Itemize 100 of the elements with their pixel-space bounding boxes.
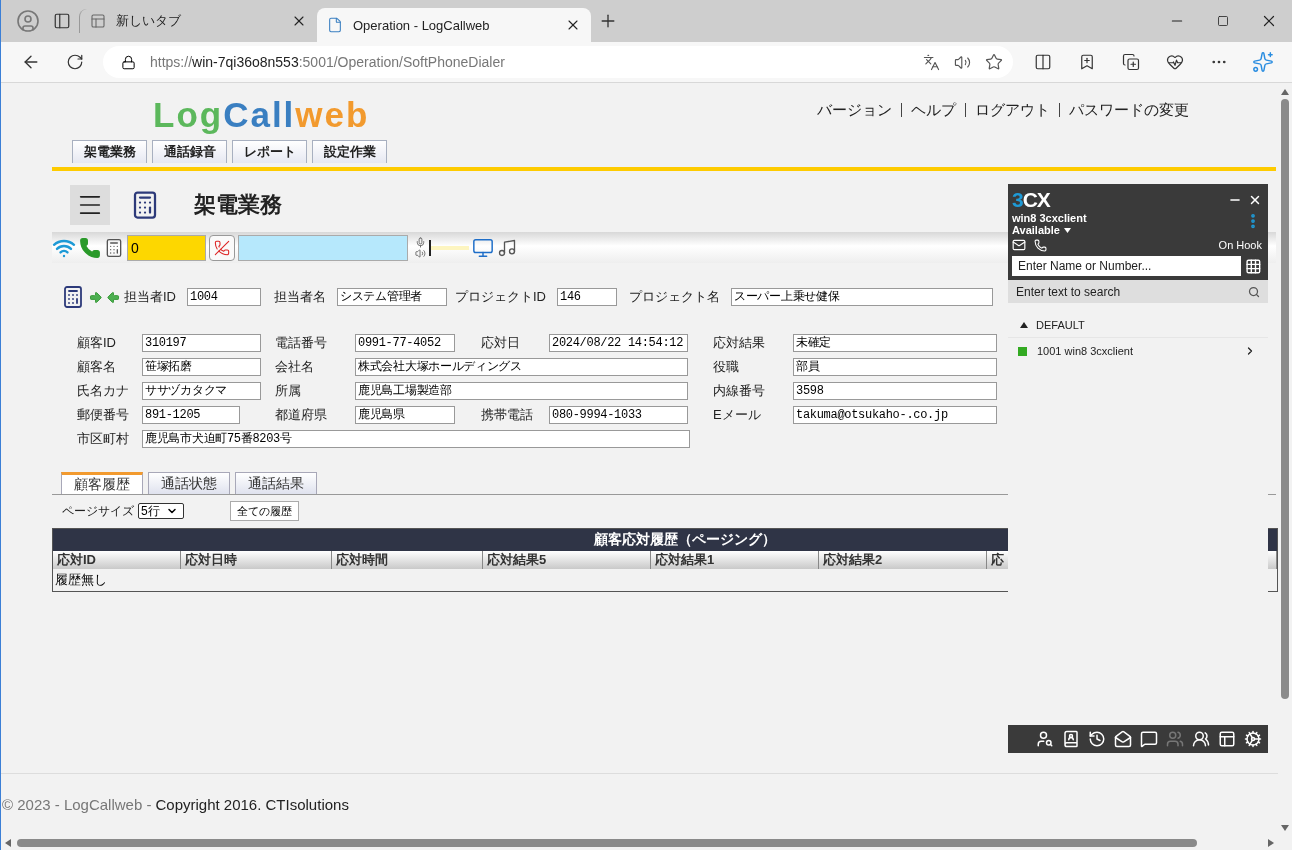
new-tab-icon [90, 13, 106, 29]
menu-tab[interactable]: レポート [232, 140, 307, 163]
hang-up-button[interactable] [209, 234, 235, 261]
text-field[interactable]: スーパー上乗せ健保 [731, 288, 993, 306]
read-aloud-icon[interactable] [954, 53, 971, 71]
horizontal-scrollbar[interactable] [1, 835, 1292, 850]
text-field[interactable]: システム管理者 [337, 288, 447, 306]
page-title: 架電業務 [194, 191, 282, 219]
column-header: 応対結果2 [819, 551, 987, 569]
detail-tab[interactable]: 通話結果 [235, 472, 317, 494]
hook-status: On Hook [1218, 239, 1262, 251]
address-bar[interactable]: https://win-7qi36o8n553:5001/Operation/SoftPhoneDialer [103, 46, 1013, 78]
contact-item[interactable]: 1001 win8 3cxclient [1008, 337, 1268, 364]
text-field[interactable]: takuma@otsukaho-.co.jp [793, 406, 997, 424]
empty-message: 履歴無し [54, 571, 108, 589]
column-header: 応対結果1 [651, 551, 819, 569]
right-arrow-icon[interactable] [88, 289, 103, 305]
menu-tab[interactable]: 通話録音 [152, 140, 227, 163]
text-field[interactable]: 鹿児島工場製造部 [355, 382, 688, 400]
text-field[interactable]: 310197 [142, 334, 261, 352]
bookmark-icon[interactable] [1078, 53, 1096, 71]
scroll-right-icon[interactable] [1268, 838, 1274, 847]
logo: LogCallweb [153, 95, 370, 135]
search-bar[interactable]: Enter text to search [1008, 280, 1268, 303]
all-history-button[interactable]: 全ての履歴 [230, 501, 299, 521]
field-label: プロジェクトID [455, 288, 547, 306]
field-label: 内線番号 [713, 382, 766, 400]
text-field[interactable]: 鹿児島市犬迫町75番8203号 [142, 430, 690, 448]
mail-icon[interactable] [1012, 238, 1026, 252]
page-size-select[interactable]: 5行 [138, 503, 184, 519]
user-search-icon[interactable] [1036, 730, 1054, 748]
status-dropdown[interactable]: Available [1012, 224, 1060, 236]
detail-tab[interactable]: 通話状態 [148, 472, 230, 494]
text-field[interactable]: 146 [557, 288, 617, 306]
left-arrow-icon[interactable] [106, 289, 121, 305]
split-screen-icon[interactable] [1034, 53, 1052, 71]
microphone-icon [415, 236, 426, 248]
text-field[interactable]: 2024/08/22 14:54:12 [549, 334, 688, 352]
reload-icon[interactable] [66, 53, 84, 71]
keypad-icon[interactable] [104, 237, 124, 258]
scroll-thumb[interactable] [17, 838, 1197, 847]
text-field[interactable]: 891-1205 [142, 406, 240, 424]
star-icon[interactable] [985, 53, 1003, 71]
dial-field[interactable]: Enter Name or Number... [1012, 256, 1242, 276]
settings-icon[interactable] [1244, 730, 1262, 748]
panels-icon[interactable] [1218, 730, 1236, 748]
text-field[interactable]: 株式会社大塚ホールディングス [355, 358, 688, 376]
text-field[interactable]: 笹塚拓磨 [142, 358, 261, 376]
text-field[interactable]: 鹿児島県 [355, 406, 455, 424]
open-mail-icon[interactable] [1114, 730, 1132, 748]
chat-icon[interactable] [1140, 730, 1158, 748]
scroll-left-icon[interactable] [5, 838, 11, 847]
menu-tab[interactable]: 設定作業 [312, 140, 387, 163]
maximize-icon[interactable] [1217, 15, 1229, 27]
scroll-thumb[interactable] [1281, 99, 1289, 699]
menu-button[interactable] [70, 185, 110, 225]
header-link[interactable]: パスワードの変更 [1059, 103, 1198, 117]
collapse-icon[interactable] [1020, 322, 1028, 328]
phone-keypad-icon [61, 285, 85, 309]
music-icon[interactable] [497, 237, 517, 258]
monitor-icon[interactable] [472, 236, 494, 259]
sparkle-icon[interactable] [1252, 51, 1274, 73]
field-label: 担当者ID [124, 288, 177, 306]
page-icon [327, 17, 343, 33]
number-field[interactable] [238, 234, 408, 261]
field-label: 市区町村 [77, 430, 130, 448]
contact-book-icon[interactable] [1062, 730, 1080, 748]
collections-icon[interactable] [1122, 53, 1140, 71]
close-icon[interactable] [1248, 193, 1262, 207]
vertical-scrollbar[interactable] [1278, 83, 1292, 835]
field-label: 顧客名 [77, 358, 117, 376]
heart-pulse-icon[interactable] [1166, 53, 1184, 71]
field-label: 応対結果 [713, 334, 766, 352]
scroll-up-icon[interactable] [1281, 89, 1289, 95]
text-field[interactable]: 0991-77-4052 [355, 334, 455, 352]
user-name: win8 3cxclient [1012, 212, 1087, 224]
dialpad-icon[interactable] [1245, 257, 1262, 275]
translate-icon[interactable] [923, 53, 940, 71]
tab-actions-icon[interactable] [53, 12, 71, 30]
scroll-down-icon[interactable] [1281, 825, 1289, 831]
text-field[interactable]: 部員 [793, 358, 997, 376]
text-field[interactable]: 未確定 [793, 334, 997, 352]
detail-tab[interactable]: 顧客履歴 [61, 472, 143, 494]
text-field[interactable]: 1004 [187, 288, 261, 306]
field-label: 担当者名 [274, 288, 327, 306]
text-field[interactable]: 080-9994-1033 [549, 406, 688, 424]
page-size-label: ページサイズ [62, 502, 134, 520]
search-field[interactable]: Enter text to search [1016, 284, 1248, 299]
text-field[interactable]: 3598 [793, 382, 997, 400]
column-header: 応対結果5 [483, 551, 651, 569]
text-field[interactable]: ササヅカタクマ [142, 382, 261, 400]
menu-tab[interactable]: 架電業務 [72, 140, 147, 163]
browser-tab[interactable]: Operation - LogCallweb [317, 8, 591, 42]
history-icon[interactable] [1088, 730, 1106, 748]
header-link[interactable]: バージョン [808, 103, 901, 117]
header-link[interactable]: ヘルプ [901, 103, 965, 117]
header-link[interactable]: ログアウト [965, 103, 1059, 117]
group-icon[interactable] [1192, 730, 1210, 748]
speaker-icon [415, 247, 426, 259]
profile-icon[interactable] [16, 9, 40, 33]
